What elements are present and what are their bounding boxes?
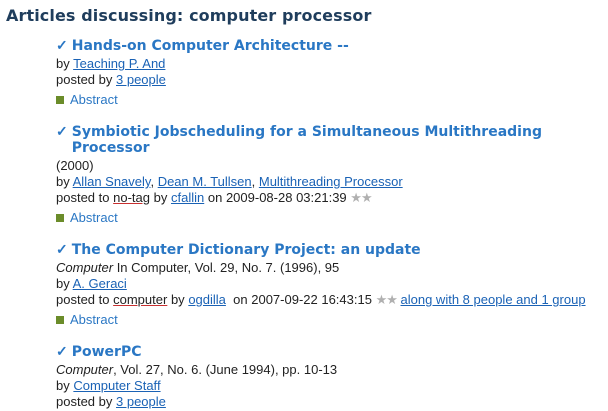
author-link[interactable]: Allan Snavely <box>73 174 151 189</box>
article-item: ✓ The Computer Dictionary Project: an up… <box>56 241 608 327</box>
by-label: by <box>56 174 70 189</box>
user-link[interactable]: cfallin <box>171 190 204 205</box>
by-label: by <box>170 292 185 307</box>
article-item: ✓ PowerPC Computer, Vol. 27, No. 6. (Jun… <box>56 343 608 410</box>
people-link[interactable]: 3 people <box>116 394 166 409</box>
post-date: 2009-08-28 03:21:39 <box>225 190 347 205</box>
abstract-row[interactable]: Abstract <box>56 210 608 225</box>
abstract-bullet-icon <box>56 315 64 324</box>
authors-line: by Allan Snavely, Dean M. Tullsen, Multi… <box>56 174 403 189</box>
article-title-link[interactable]: The Computer Dictionary Project: an upda… <box>72 242 421 258</box>
star-icon: ★★ <box>375 292 398 307</box>
abstract-link[interactable]: Abstract <box>70 312 118 327</box>
article-title-row: ✓ Symbiotic Jobscheduling for a Simultan… <box>56 123 608 156</box>
source-details: , Vol. 27, No. 6. (June 1994), pp. 10-13 <box>113 362 338 377</box>
abstract-row[interactable]: Abstract <box>56 312 608 327</box>
article-title-row: ✓ PowerPC <box>56 343 608 360</box>
authors-line: by Teaching P. And <box>56 56 608 72</box>
source-journal: Computer <box>56 362 114 377</box>
check-icon: ✓ <box>56 37 68 53</box>
abstract-link[interactable]: Abstract <box>70 210 118 225</box>
source-line: Computer In Computer, Vol. 29, No. 7. (1… <box>56 260 608 276</box>
author-link[interactable]: A. Geraci <box>73 276 127 291</box>
people-link[interactable]: 3 people <box>116 72 166 87</box>
article-item: ✓ Hands-on Computer Architecture -- by T… <box>56 37 608 107</box>
posted-by-label: posted by <box>56 72 113 87</box>
abstract-bullet-icon <box>56 213 64 222</box>
check-icon: ✓ <box>56 123 68 139</box>
check-icon: ✓ <box>56 343 68 359</box>
abstract-link[interactable]: Abstract <box>70 92 118 107</box>
article-title-link[interactable]: PowerPC <box>72 344 142 360</box>
by-label: by <box>153 190 168 205</box>
author-link[interactable]: Teaching P. And <box>73 56 165 71</box>
article-title-row: ✓ The Computer Dictionary Project: an up… <box>56 241 608 258</box>
source-details: In Computer, Vol. 29, No. 7. (1996), 95 <box>113 260 340 275</box>
posted-line: posted by 3 people <box>56 394 608 410</box>
article-item: ✓ Symbiotic Jobscheduling for a Simultan… <box>56 123 608 225</box>
posted-line: posted to no-tag by cfallin on 2009-08-2… <box>56 190 608 206</box>
star-icon: ★★ <box>350 190 372 205</box>
posted-to-label: posted to <box>56 292 110 307</box>
article-title-link[interactable]: Symbiotic Jobscheduling for a Simultaneo… <box>72 124 608 156</box>
posted-line: posted to computer by ogdilla on 2007-09… <box>56 292 608 308</box>
author-link[interactable]: Computer Staff <box>73 378 160 393</box>
source-journal: Computer <box>56 260 114 275</box>
source-line: Computer, Vol. 27, No. 6. (June 1994), p… <box>56 362 608 378</box>
by-label: by <box>56 56 70 71</box>
tag-link[interactable]: computer <box>113 292 167 307</box>
along-with-link[interactable]: along with 8 people and 1 group <box>401 292 586 307</box>
check-icon: ✓ <box>56 241 68 257</box>
by-label: by <box>56 276 70 291</box>
authors-line: by Computer Staff <box>56 378 608 394</box>
authors-line: by A. Geraci <box>56 276 608 292</box>
on-label: on <box>207 190 223 205</box>
abstract-bullet-icon <box>56 95 64 104</box>
page: Articles discussing: computer processor … <box>0 0 608 410</box>
article-title-row: ✓ Hands-on Computer Architecture -- <box>56 37 608 54</box>
posted-line: posted by 3 people <box>56 72 608 88</box>
by-label: by <box>56 378 70 393</box>
year-line: (2000) <box>56 158 94 173</box>
author-link[interactable]: Multithreading Processor <box>259 174 403 189</box>
user-link[interactable]: ogdilla <box>188 292 226 307</box>
page-title: Articles discussing: computer processor <box>6 6 372 25</box>
tag-link[interactable]: no-tag <box>113 190 150 205</box>
posted-to-label: posted to <box>56 190 110 205</box>
on-label: on <box>233 292 248 307</box>
article-title-link[interactable]: Hands-on Computer Architecture -- <box>72 38 349 54</box>
abstract-row[interactable]: Abstract <box>56 92 608 107</box>
author-link[interactable]: Dean M. Tullsen <box>158 174 252 189</box>
post-date: 2007-09-22 16:43:15 <box>251 292 372 307</box>
posted-by-label: posted by <box>56 394 113 409</box>
